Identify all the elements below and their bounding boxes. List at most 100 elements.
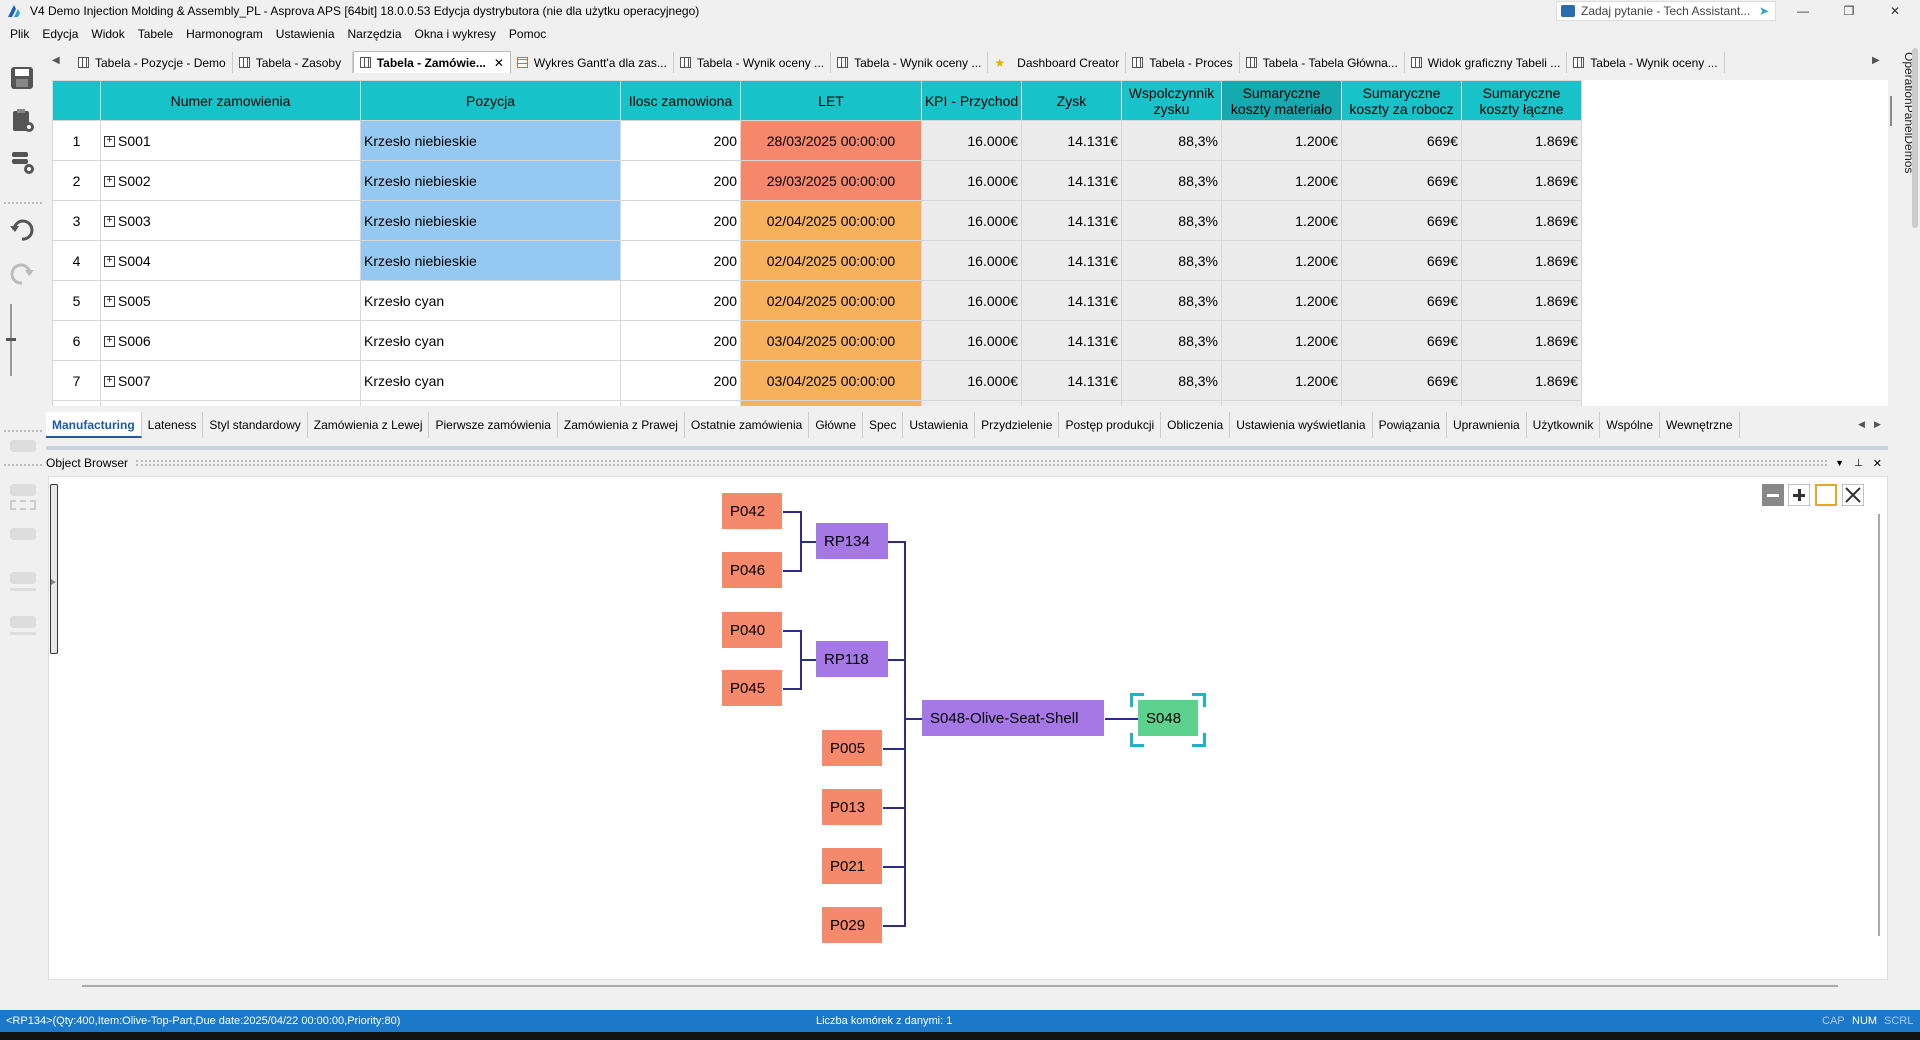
node-p040[interactable]: P040	[722, 612, 782, 648]
order-number-cell[interactable]: + S003	[100, 200, 361, 241]
let-cell[interactable]: 03/04/2025 00:00:00	[740, 360, 922, 401]
node-rp118[interactable]: RP118	[816, 641, 888, 677]
profit-cell[interactable]: 14.131€	[1021, 120, 1122, 161]
view-tab-ustawienia[interactable]: Ustawienia	[903, 412, 976, 438]
tab-wynik-oceny-3[interactable]: Tabela - Wynik oceny ...	[1567, 52, 1725, 73]
tab-gantt[interactable]: Wykres Gantt'a dla zas...	[510, 52, 674, 73]
quantity-cell[interactable]: 200	[620, 280, 741, 321]
save-icon[interactable]	[8, 64, 36, 92]
node-p042[interactable]: P042	[722, 493, 782, 529]
profit-ratio-cell[interactable]: 88,3%	[1121, 240, 1222, 281]
profit-ratio-cell[interactable]: 88,3%	[1121, 320, 1222, 361]
total-cost-cell[interactable]	[1461, 400, 1582, 406]
node-rp134[interactable]: RP134	[816, 523, 888, 559]
tab-pozycje-demo[interactable]: Tabela - Pozycje - Demo	[72, 52, 233, 73]
let-cell[interactable]	[740, 400, 922, 406]
node-p046[interactable]: P046	[722, 552, 782, 588]
view-tab-wspolne[interactable]: Wspólne	[1600, 412, 1661, 438]
profit-ratio-cell[interactable]: 88,3%	[1121, 280, 1222, 321]
profit-cell[interactable]: 14.131€	[1021, 240, 1122, 281]
material-cost-cell[interactable]: 1.200€	[1221, 280, 1342, 321]
table-row[interactable]: 6 + S006 Krzesło cyan 200 03/04/2025 00:00:00…	[52, 320, 1582, 361]
view-tab-postep-produkcji[interactable]: Postęp produkcji	[1059, 412, 1162, 438]
panel-button[interactable]	[10, 572, 36, 584]
view-tab-zamowienia-z-lewej[interactable]: Zamówienia z Lewej	[308, 412, 430, 438]
column-header-order-number[interactable]: Numer zamowienia	[100, 80, 361, 121]
view-tab-przydzielenie[interactable]: Przydzielenie	[975, 412, 1060, 438]
dropdown-icon[interactable]: ▼	[1835, 458, 1844, 468]
view-tab-styl-standardowy[interactable]: Styl standardowy	[203, 412, 308, 438]
quantity-cell[interactable]: 200	[620, 160, 741, 201]
material-cost-cell[interactable]: 1.200€	[1221, 240, 1342, 281]
menu-pomoc[interactable]: Pomoc	[509, 27, 546, 41]
row-number[interactable]: 7	[52, 360, 101, 401]
view-tab-spec[interactable]: Spec	[863, 412, 904, 438]
item-cell[interactable]: Krzesło niebieskie	[360, 240, 621, 281]
material-cost-cell[interactable]: 1.200€	[1221, 160, 1342, 201]
item-cell[interactable]: Krzesło cyan	[360, 280, 621, 321]
expand-plus-icon[interactable]: +	[104, 296, 115, 308]
order-number-cell[interactable]: + S005	[100, 280, 361, 321]
menu-okna-i-wykresy[interactable]: Okna i wykresy	[415, 27, 496, 41]
tab-tabela-glowna[interactable]: Tabela - Tabela Główna...	[1239, 52, 1405, 73]
row-number[interactable]	[52, 400, 101, 406]
labor-cost-cell[interactable]: 669€	[1341, 360, 1462, 401]
material-cost-cell[interactable]: 1.200€	[1221, 320, 1342, 361]
quantity-cell[interactable]: 200	[620, 120, 741, 161]
node-p005[interactable]: P005	[822, 730, 882, 766]
profit-ratio-cell[interactable]	[1121, 400, 1222, 406]
revenue-cell[interactable]: 16.000€	[921, 280, 1022, 321]
send-icon[interactable]: ➤	[1759, 4, 1769, 18]
column-header-profit[interactable]: Zysk	[1021, 80, 1122, 121]
view-tab-manufacturing[interactable]: Manufacturing	[46, 412, 142, 438]
profit-cell[interactable]: 14.131€	[1021, 320, 1122, 361]
expand-arrow-icon[interactable]	[51, 579, 57, 585]
table-row[interactable]: 2 + S002 Krzesło niebieskie 200 29/03/2025 00…	[52, 160, 1582, 201]
labor-cost-cell[interactable]: 669€	[1341, 240, 1462, 281]
total-cost-cell[interactable]: 1.869€	[1461, 240, 1582, 281]
node-p021[interactable]: P021	[822, 848, 882, 884]
tab-proces[interactable]: Tabela - Proces	[1126, 52, 1240, 73]
profit-cell[interactable]: 14.131€	[1021, 280, 1122, 321]
panel-button[interactable]	[10, 588, 36, 591]
menu-tabele[interactable]: Tabele	[138, 27, 173, 41]
view-tab-uzytkownik[interactable]: Użytkownik	[1527, 412, 1601, 438]
fit-view-button[interactable]	[1815, 484, 1837, 506]
view-tab-zamowienia-z-prawej[interactable]: Zamówienia z Prawej	[558, 412, 685, 438]
menu-edycja[interactable]: Edycja	[42, 27, 78, 41]
order-number-cell[interactable]: + S006	[100, 320, 361, 361]
column-header-item[interactable]: Pozycja	[360, 80, 621, 121]
zoom-out-button[interactable]	[1762, 484, 1784, 506]
let-cell[interactable]: 02/04/2025 00:00:00	[740, 280, 922, 321]
clipboard-settings-icon[interactable]	[8, 106, 36, 134]
item-cell[interactable]: Krzesło niebieskie	[360, 120, 621, 161]
redo-icon[interactable]	[8, 260, 36, 288]
tab-zamowienia[interactable]: Tabela - Zamówie... ✕	[352, 51, 511, 73]
revenue-cell[interactable]: 16.000€	[921, 360, 1022, 401]
canvas-vertical-scrollbar[interactable]	[1878, 514, 1880, 936]
node-p013[interactable]: P013	[822, 789, 882, 825]
order-number-cell[interactable]: + S007	[100, 360, 361, 401]
material-cost-cell[interactable]	[1221, 400, 1342, 406]
view-tab-lateness[interactable]: Lateness	[142, 412, 204, 438]
drag-grip[interactable]	[136, 460, 1828, 466]
profit-cell[interactable]: 14.131€	[1021, 160, 1122, 201]
order-number-cell[interactable]: + S004	[100, 240, 361, 281]
menu-narzedzia[interactable]: Narzędzia	[348, 27, 402, 41]
restore-button[interactable]: ❐	[1826, 0, 1872, 22]
profit-cell[interactable]: 14.131€	[1021, 360, 1122, 401]
undo-icon[interactable]	[8, 216, 36, 244]
total-cost-cell[interactable]: 1.869€	[1461, 120, 1582, 161]
node-s048[interactable]: S048	[1138, 700, 1198, 736]
node-p029[interactable]: P029	[822, 907, 882, 943]
order-number-cell[interactable]: + S002	[100, 160, 361, 201]
row-number[interactable]: 6	[52, 320, 101, 361]
pin-icon[interactable]: ⊥	[1854, 458, 1863, 469]
total-cost-cell[interactable]: 1.869€	[1461, 200, 1582, 241]
let-cell[interactable]: 28/03/2025 00:00:00	[740, 120, 922, 161]
ask-assistant-input[interactable]: Zadaj pytanie - Tech Assistant... ➤	[1556, 1, 1776, 21]
zoom-slider-handle[interactable]	[6, 338, 16, 341]
total-cost-cell[interactable]: 1.869€	[1461, 160, 1582, 201]
column-header-total-cost[interactable]: Sumaryczne koszty łączne	[1461, 80, 1582, 121]
table-row[interactable]: 5 + S005 Krzesło cyan 200 02/04/2025 00:00:00…	[52, 280, 1582, 321]
